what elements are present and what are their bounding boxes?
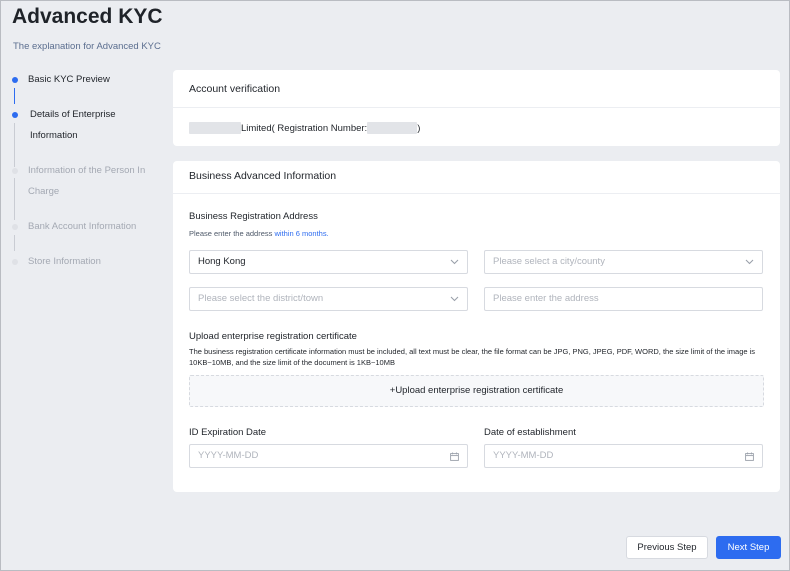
establishment-date-input[interactable]: YYYY-MM-DD [484, 444, 763, 468]
previous-step-button[interactable]: Previous Step [626, 536, 708, 559]
upload-description: The business registration certificate in… [189, 347, 756, 367]
step-label: Charge [28, 186, 60, 197]
step-label: Information of the Person In [28, 165, 146, 176]
business-info-card: Business Advanced Information Business R… [173, 161, 780, 492]
city-select[interactable]: Please select a city/county [484, 250, 763, 274]
address-placeholder: Please enter the address [493, 293, 599, 304]
address-input[interactable]: Please enter the address [484, 287, 763, 311]
chevron-down-icon [745, 251, 754, 273]
step-label: Bank Account Information [28, 221, 137, 232]
step-label: Store Information [28, 256, 101, 267]
step-label: Details of Enterprise [30, 109, 116, 120]
establishment-label: Date of establishment [484, 427, 576, 438]
district-select[interactable]: Please select the district/town [189, 287, 468, 311]
stepper-connector [14, 123, 15, 167]
step-label: Information [30, 130, 78, 141]
establishment-placeholder: YYYY-MM-DD [493, 450, 554, 461]
upload-certificate-button[interactable]: +Upload enterprise registration certific… [189, 375, 764, 407]
region-select[interactable]: Hong Kong [189, 250, 468, 274]
chevron-down-icon [450, 251, 459, 273]
step-label: Basic KYC Preview [28, 74, 110, 85]
address-label: Business Registration Address [189, 211, 318, 222]
company-registration-line: Limited( Registration Number: ) [189, 122, 420, 134]
redacted-registration-number [367, 122, 418, 134]
id-expiration-label: ID Expiration Date [189, 427, 267, 438]
address-hint: Please enter the address within 6 months… [189, 229, 329, 238]
chevron-down-icon [450, 288, 459, 310]
page-title: Advanced KYC [12, 5, 163, 28]
region-value: Hong Kong [198, 256, 246, 267]
account-verification-card: Account verification Limited( Registrati… [173, 70, 780, 146]
stepper-connector [14, 88, 15, 104]
close-paren-text: ) [417, 122, 421, 134]
card-header: Business Advanced Information [173, 161, 780, 194]
card-header: Account verification [173, 70, 780, 108]
stepper-connector [14, 235, 15, 251]
calendar-icon [745, 445, 754, 467]
city-placeholder: Please select a city/county [493, 256, 605, 267]
address-hint-link: within 6 months. [274, 229, 329, 238]
district-placeholder: Please select the district/town [198, 293, 324, 304]
step-dot-icon [12, 168, 18, 174]
page-subtitle: The explanation for Advanced KYC [13, 41, 161, 52]
address-hint-text: Please enter the address [189, 229, 275, 238]
calendar-icon [450, 445, 459, 467]
step-dot-icon [12, 112, 18, 118]
step-dot-icon [12, 259, 18, 265]
id-expiration-date-input[interactable]: YYYY-MM-DD [189, 444, 468, 468]
upload-label: Upload enterprise registration certifica… [189, 331, 357, 342]
step-dot-icon [12, 224, 18, 230]
step-dot-icon [12, 77, 18, 83]
stepper-connector [14, 178, 15, 220]
company-suffix-text: Limited( Registration Number: [241, 122, 368, 134]
redacted-company-name [189, 122, 241, 134]
id-expiration-placeholder: YYYY-MM-DD [198, 450, 259, 461]
next-step-button[interactable]: Next Step [716, 536, 781, 559]
